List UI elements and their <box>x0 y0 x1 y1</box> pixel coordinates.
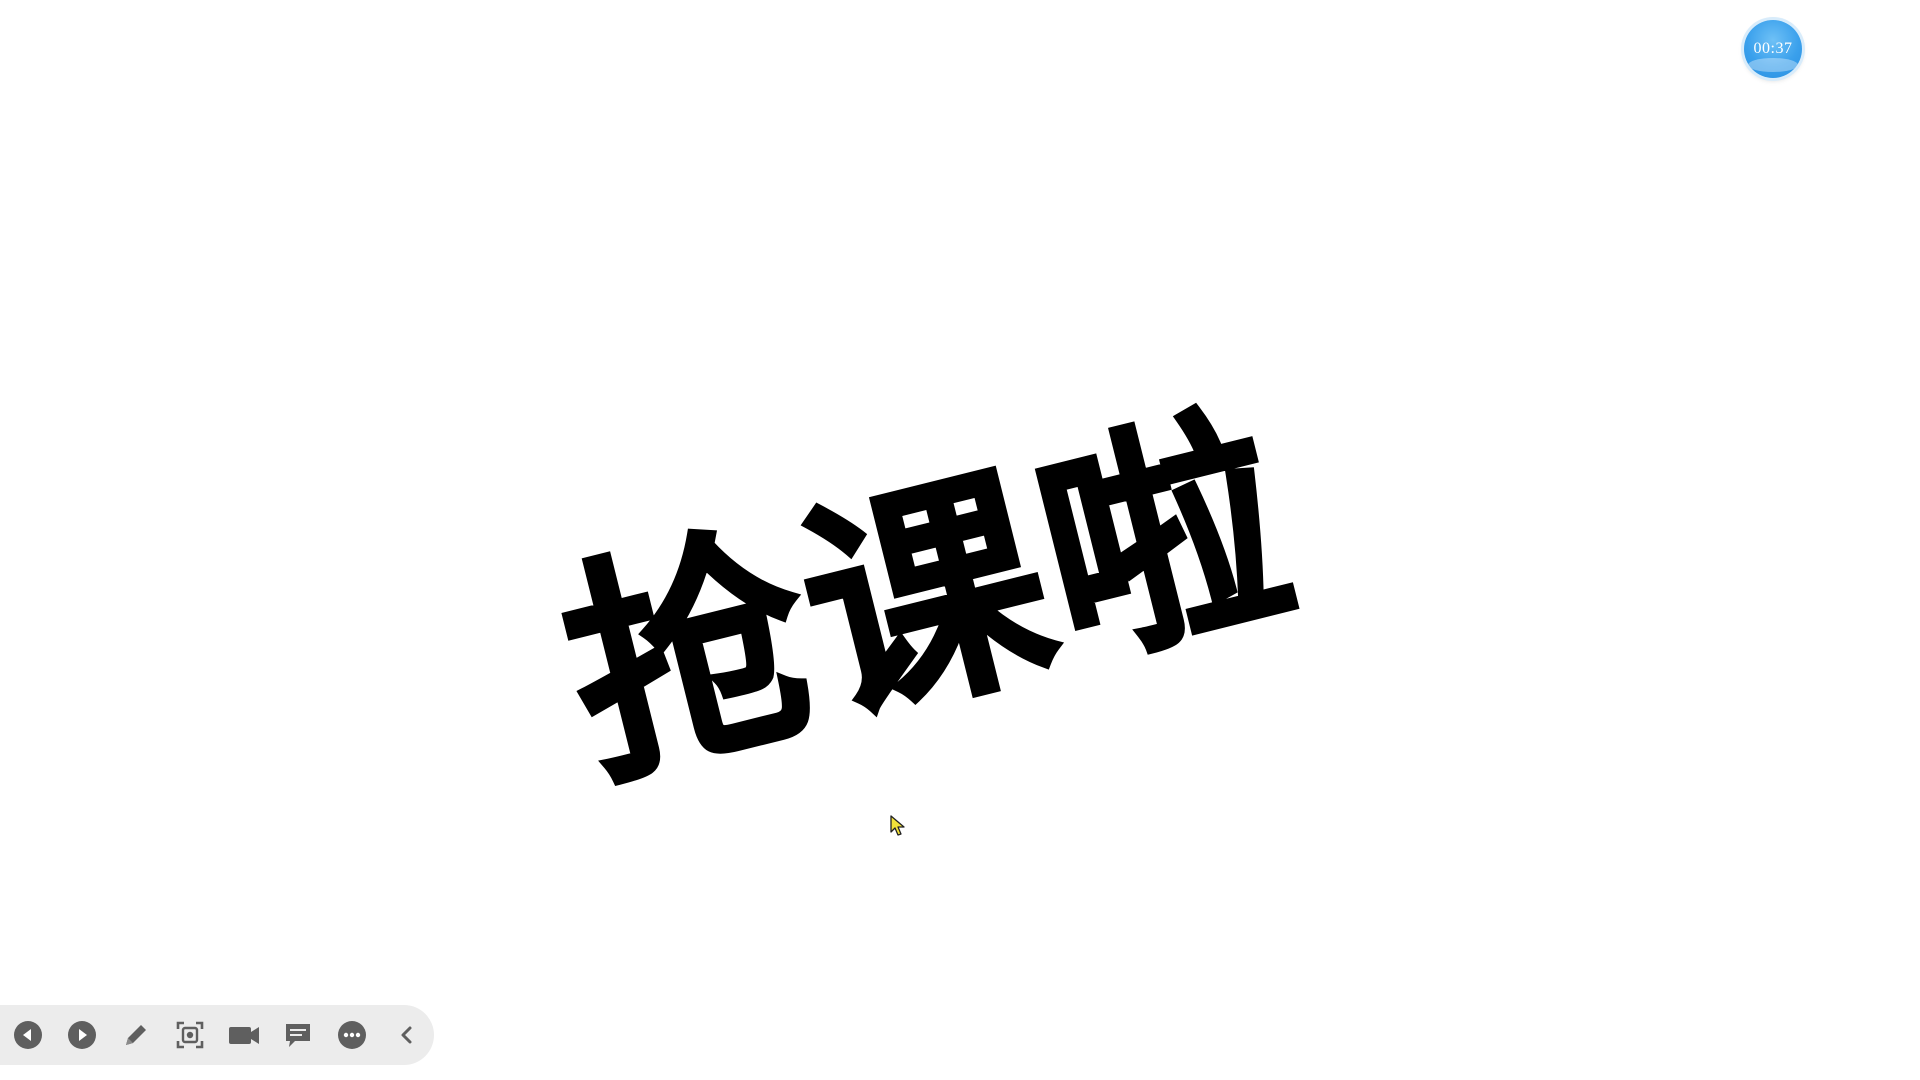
timer-text: 00:37 <box>1753 40 1793 57</box>
camera-button[interactable] <box>228 1019 260 1051</box>
slide-content: 抢课啦 <box>430 330 1430 870</box>
previous-slide-button[interactable] <box>12 1019 44 1051</box>
more-icon <box>337 1020 367 1050</box>
more-button[interactable] <box>336 1019 368 1051</box>
video-camera-icon <box>227 1020 261 1050</box>
collapse-chevron-icon <box>396 1020 416 1050</box>
collapse-toolbar-button[interactable] <box>390 1019 422 1051</box>
pen-button[interactable] <box>120 1019 152 1051</box>
pen-icon <box>121 1020 151 1050</box>
presentation-canvas: 抢课啦 00:37 <box>0 0 1920 1080</box>
next-circle-icon <box>67 1020 97 1050</box>
slide-title: 抢课啦 <box>539 375 1320 825</box>
comment-icon <box>283 1020 313 1050</box>
screenshot-icon <box>175 1020 205 1050</box>
chat-button[interactable] <box>282 1019 314 1051</box>
mouse-cursor-icon <box>890 815 906 837</box>
prev-circle-icon <box>13 1020 43 1050</box>
countdown-timer[interactable]: 00:37 <box>1744 20 1802 78</box>
next-slide-button[interactable] <box>66 1019 98 1051</box>
presentation-toolbar <box>0 1005 434 1065</box>
screenshot-button[interactable] <box>174 1019 206 1051</box>
